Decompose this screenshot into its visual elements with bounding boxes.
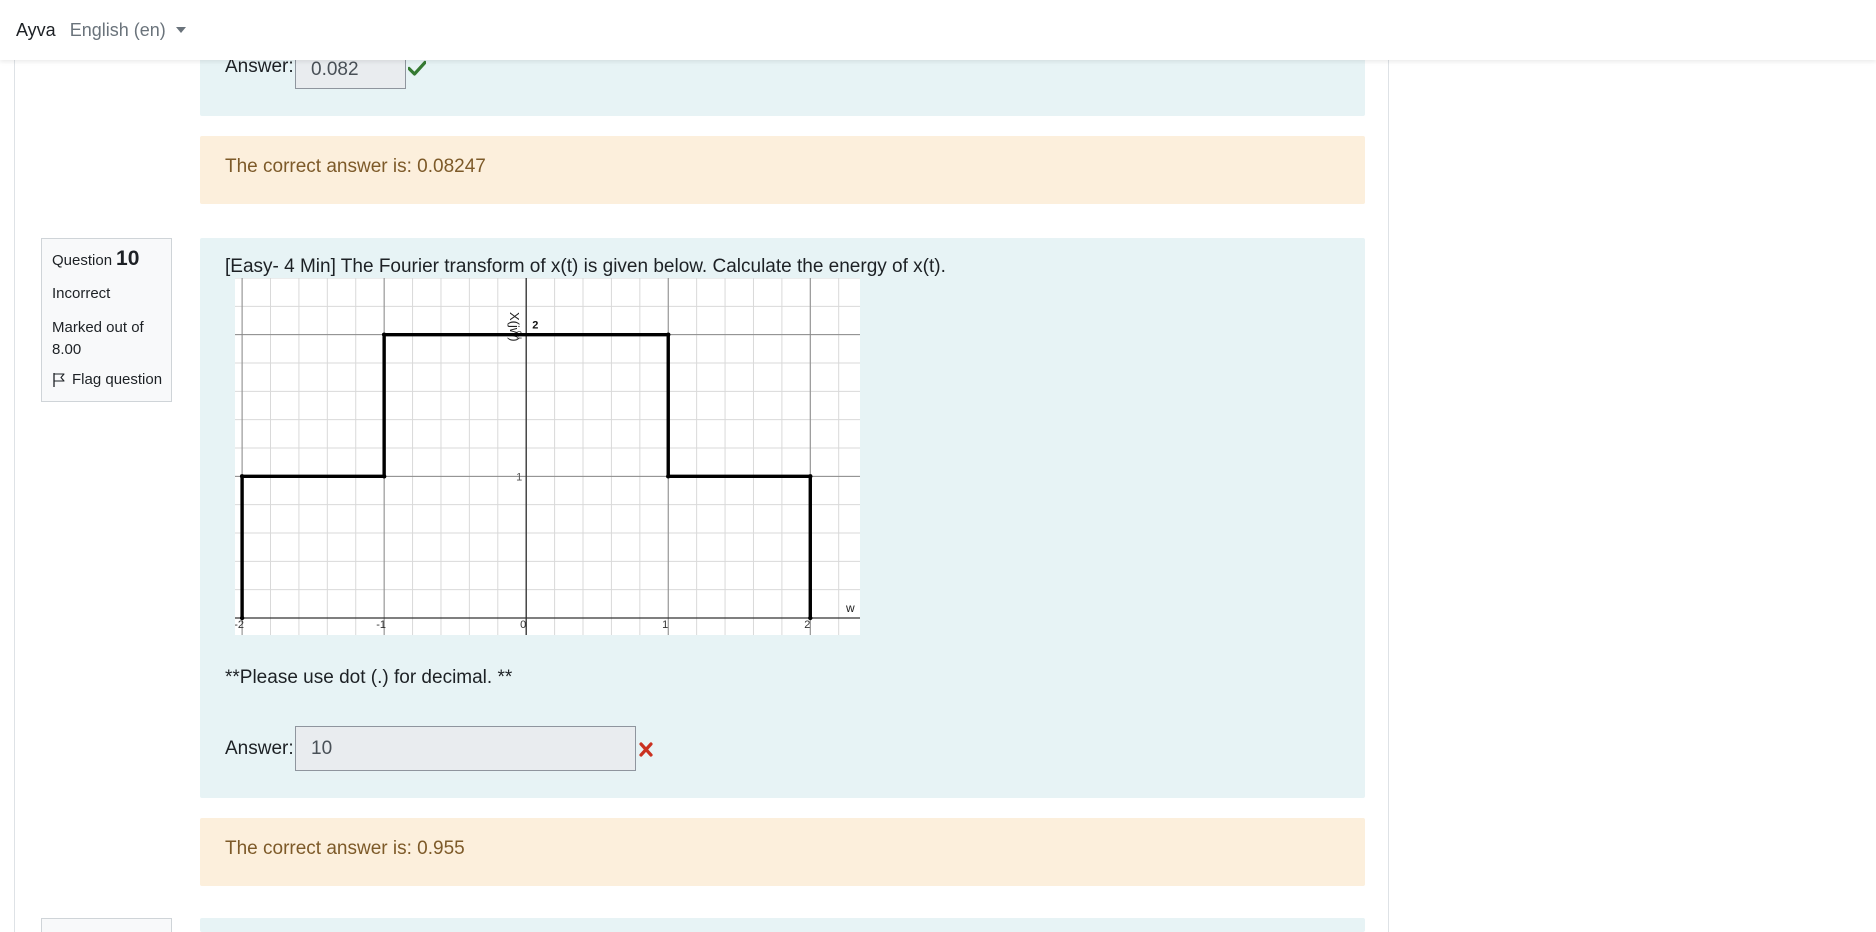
fourier-transform-graph: -2 -1 0 1 2122X(jw)w bbox=[235, 278, 860, 635]
series-point bbox=[239, 474, 245, 479]
caret-down-icon bbox=[175, 27, 186, 33]
decimal-note: **Please use dot (.) for decimal. ** bbox=[225, 667, 513, 688]
answer-input[interactable]: 10 bbox=[295, 726, 636, 771]
answer-label: Answer: bbox=[225, 738, 294, 759]
series-point bbox=[239, 615, 245, 621]
question-number-value: 10 bbox=[116, 247, 140, 270]
series-point bbox=[381, 474, 387, 479]
y-tick-label: 1 bbox=[516, 471, 522, 483]
right-answer: The correct answer is: 0.955 bbox=[200, 818, 1365, 886]
question-state: Incorrect bbox=[52, 285, 111, 302]
answer-value: 10 bbox=[311, 737, 333, 759]
question-grade: Marked out of 8.00 bbox=[52, 319, 144, 358]
previous-correct-answer-text: The correct answer is: 0.08247 bbox=[225, 156, 486, 177]
series-point bbox=[381, 332, 387, 337]
series-point bbox=[666, 332, 671, 337]
next-question-info bbox=[41, 918, 172, 932]
cross-icon bbox=[639, 742, 653, 757]
flag-question-label: Flag question bbox=[72, 371, 163, 388]
series-point bbox=[808, 474, 813, 479]
y-axis-label: X(jw) bbox=[507, 312, 522, 342]
question-number: Question 10 bbox=[52, 247, 139, 271]
question-text: [Easy- 4 Min] The Fourier transform of x… bbox=[225, 256, 946, 277]
language-menu[interactable]: English (en) bbox=[70, 20, 186, 41]
flag-question-button[interactable]: Flag question bbox=[52, 371, 162, 388]
previous-answer-value: 0.082 bbox=[311, 58, 359, 80]
x-tick-label: 0 bbox=[520, 619, 526, 631]
peak-value-label: 2 bbox=[532, 320, 538, 332]
x-tick-label: 1 bbox=[662, 619, 668, 631]
next-question-formulation bbox=[200, 918, 1365, 932]
x-tick-label: -1 bbox=[376, 619, 386, 631]
language-label: English (en) bbox=[69, 19, 166, 40]
graph-background bbox=[235, 278, 860, 635]
user-name[interactable]: Ayva bbox=[16, 20, 56, 41]
series-point bbox=[808, 615, 813, 621]
previous-right-answer: The correct answer is: 0.08247 bbox=[200, 136, 1365, 204]
flag-icon bbox=[53, 372, 65, 387]
x-tick-label: 2 bbox=[804, 619, 810, 631]
x-tick-label: -2 bbox=[235, 619, 244, 631]
question-number-word: Question bbox=[52, 252, 113, 269]
top-navbar: Ayva English (en) bbox=[0, 0, 1876, 60]
question-info: Question 10 Incorrect Marked out of 8.00 … bbox=[41, 238, 172, 402]
x-axis-label: w bbox=[845, 601, 855, 615]
check-icon bbox=[408, 60, 426, 76]
series-point bbox=[666, 474, 671, 479]
correct-answer-text: The correct answer is: 0.955 bbox=[225, 838, 465, 859]
